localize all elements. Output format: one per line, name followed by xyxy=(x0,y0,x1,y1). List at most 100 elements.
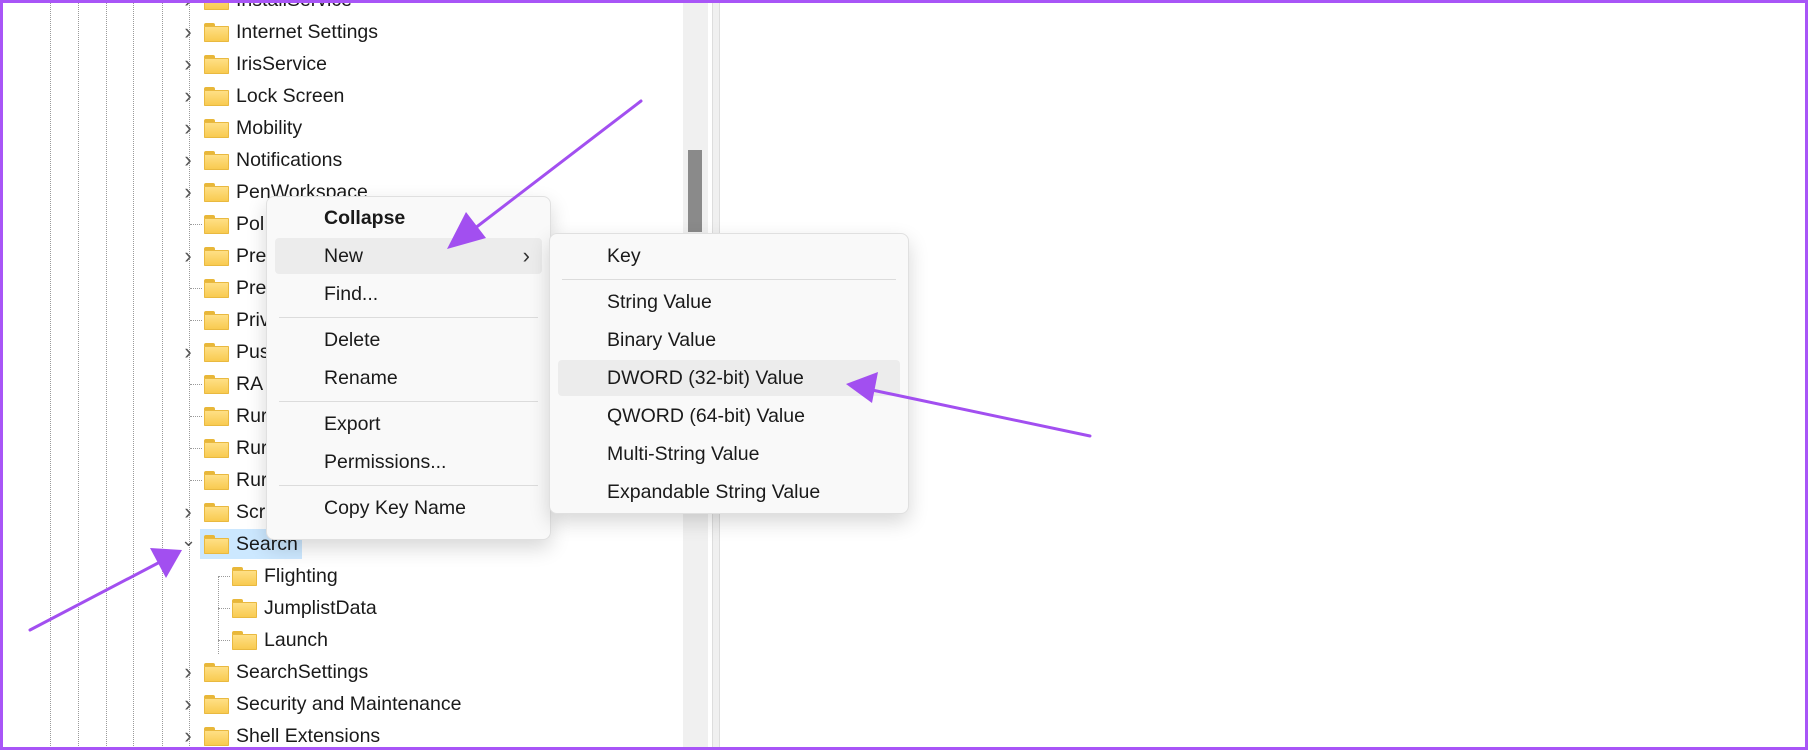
tree-item-label: Rur xyxy=(236,405,268,427)
folder-icon xyxy=(204,503,229,522)
chevron-right-icon[interactable]: › xyxy=(181,656,195,688)
submenu-item-dword-32-bit-value[interactable]: DWORD (32-bit) Value xyxy=(558,360,900,396)
tree-connector xyxy=(218,576,230,577)
tree-item-label: InstallService xyxy=(236,0,352,11)
tree-connector xyxy=(190,416,202,417)
menu-item-collapse[interactable]: Collapse xyxy=(275,200,542,236)
menu-separator xyxy=(562,279,896,280)
menu-item-label: Export xyxy=(324,413,381,435)
tree-connector xyxy=(190,288,202,289)
menu-item-label: Multi-String Value xyxy=(607,443,760,465)
folder-icon xyxy=(204,439,229,458)
folder-icon xyxy=(204,0,229,10)
folder-icon xyxy=(204,663,229,682)
tree-item-label: Shell Extensions xyxy=(236,725,381,747)
menu-item-label: Key xyxy=(607,245,641,267)
folder-icon xyxy=(204,55,229,74)
chevron-right-icon[interactable]: › xyxy=(181,688,195,720)
chevron-right-icon[interactable]: › xyxy=(181,16,195,48)
submenu-item-qword-64-bit-value[interactable]: QWORD (64-bit) Value xyxy=(558,398,900,434)
tree-item[interactable]: › SearchSettings xyxy=(0,656,683,688)
folder-icon xyxy=(204,23,229,42)
menu-item-label: Permissions... xyxy=(324,451,447,473)
tree-item[interactable]: Launch xyxy=(0,624,683,656)
chevron-right-icon: › xyxy=(522,243,530,268)
menu-item-label: Delete xyxy=(324,329,381,351)
tree-connector xyxy=(190,448,202,449)
tree-item-label: Lock Screen xyxy=(236,85,345,107)
tree-item-label: Flighting xyxy=(264,565,338,587)
folder-icon xyxy=(204,247,229,266)
menu-item-export[interactable]: Export xyxy=(275,406,542,442)
menu-item-copy-key-name[interactable]: Copy Key Name xyxy=(275,490,542,526)
submenu-item-key[interactable]: Key xyxy=(558,238,900,274)
tree-item-label: Notifications xyxy=(236,149,343,171)
submenu-item-expandable-string-value[interactable]: Expandable String Value xyxy=(558,474,900,510)
menu-item-label: Rename xyxy=(324,367,398,389)
chevron-right-icon[interactable]: › xyxy=(181,48,195,80)
chevron-right-icon[interactable]: › xyxy=(181,0,195,16)
tree-item[interactable]: › Notifications xyxy=(0,144,683,176)
tree-item[interactable]: › Mobility xyxy=(0,112,683,144)
scrollbar-thumb[interactable] xyxy=(688,150,702,232)
chevron-right-icon[interactable]: › xyxy=(181,336,195,368)
tree-item[interactable]: › Lock Screen xyxy=(0,80,683,112)
tree-item-label: Pol xyxy=(236,213,265,235)
new-submenu: Key String Value Binary Value DWORD (32-bit… xyxy=(549,233,909,514)
tree-item[interactable]: › Internet Settings xyxy=(0,16,683,48)
folder-icon xyxy=(204,375,229,394)
tree-item-label: Launch xyxy=(264,629,328,651)
folder-icon xyxy=(204,343,229,362)
tree-item[interactable]: JumplistData xyxy=(0,592,683,624)
tree-item-label: Priv xyxy=(236,309,270,331)
tree-item-label: Rur xyxy=(236,469,268,491)
tree-item-label: RA xyxy=(236,373,264,395)
tree-item-label: Internet Settings xyxy=(236,21,379,43)
menu-item-label: Expandable String Value xyxy=(607,481,821,503)
menu-item-delete[interactable]: Delete xyxy=(275,322,542,358)
menu-separator xyxy=(279,401,538,402)
menu-item-label: String Value xyxy=(607,291,712,313)
tree-connector xyxy=(218,640,230,641)
tree-item[interactable]: Flighting xyxy=(0,560,683,592)
submenu-item-multi-string-value[interactable]: Multi-String Value xyxy=(558,436,900,472)
tree-item[interactable]: › IrisService xyxy=(0,48,683,80)
chevron-down-icon[interactable]: ⌄ xyxy=(181,528,196,560)
submenu-item-string-value[interactable]: String Value xyxy=(558,284,900,320)
menu-item-rename[interactable]: Rename xyxy=(275,360,542,396)
tree-connector xyxy=(190,480,202,481)
tree-item[interactable]: › InstallService xyxy=(0,0,683,16)
tree-connector xyxy=(218,608,230,609)
menu-item-permissions[interactable]: Permissions... xyxy=(275,444,542,480)
tree-item[interactable]: › Security and Maintenance xyxy=(0,688,683,720)
menu-separator xyxy=(279,317,538,318)
menu-item-label: Find... xyxy=(324,283,379,305)
tree-item-label: Pus xyxy=(236,341,270,363)
chevron-right-icon[interactable]: › xyxy=(181,112,195,144)
folder-icon xyxy=(232,631,257,650)
menu-item-find[interactable]: Find... xyxy=(275,276,542,312)
chevron-right-icon[interactable]: › xyxy=(181,496,195,528)
chevron-right-icon[interactable]: › xyxy=(181,80,195,112)
chevron-right-icon[interactable]: › xyxy=(181,240,195,272)
tree-connector xyxy=(190,224,202,225)
tree-connector xyxy=(190,384,202,385)
tree-connector xyxy=(190,320,202,321)
menu-item-label: Binary Value xyxy=(607,329,717,351)
folder-icon xyxy=(204,119,229,138)
menu-item-label: Copy Key Name xyxy=(324,497,466,519)
menu-item-new[interactable]: New › xyxy=(275,238,542,274)
chevron-right-icon[interactable]: › xyxy=(181,176,195,208)
tree-item-label: Security and Maintenance xyxy=(236,693,462,715)
folder-icon xyxy=(204,407,229,426)
tree-item-label: Rur xyxy=(236,437,268,459)
tree-item-label: Scr xyxy=(236,501,266,523)
submenu-item-binary-value[interactable]: Binary Value xyxy=(558,322,900,358)
chevron-right-icon[interactable]: › xyxy=(181,720,195,750)
tree-item-label: Pre xyxy=(236,245,267,267)
folder-icon xyxy=(232,599,257,618)
tree-item-label: JumplistData xyxy=(264,597,377,619)
chevron-right-icon[interactable]: › xyxy=(181,144,195,176)
context-menu: Collapse New › Find... Delete Rename Export Per… xyxy=(266,196,551,540)
tree-item[interactable]: › Shell Extensions xyxy=(0,720,683,750)
